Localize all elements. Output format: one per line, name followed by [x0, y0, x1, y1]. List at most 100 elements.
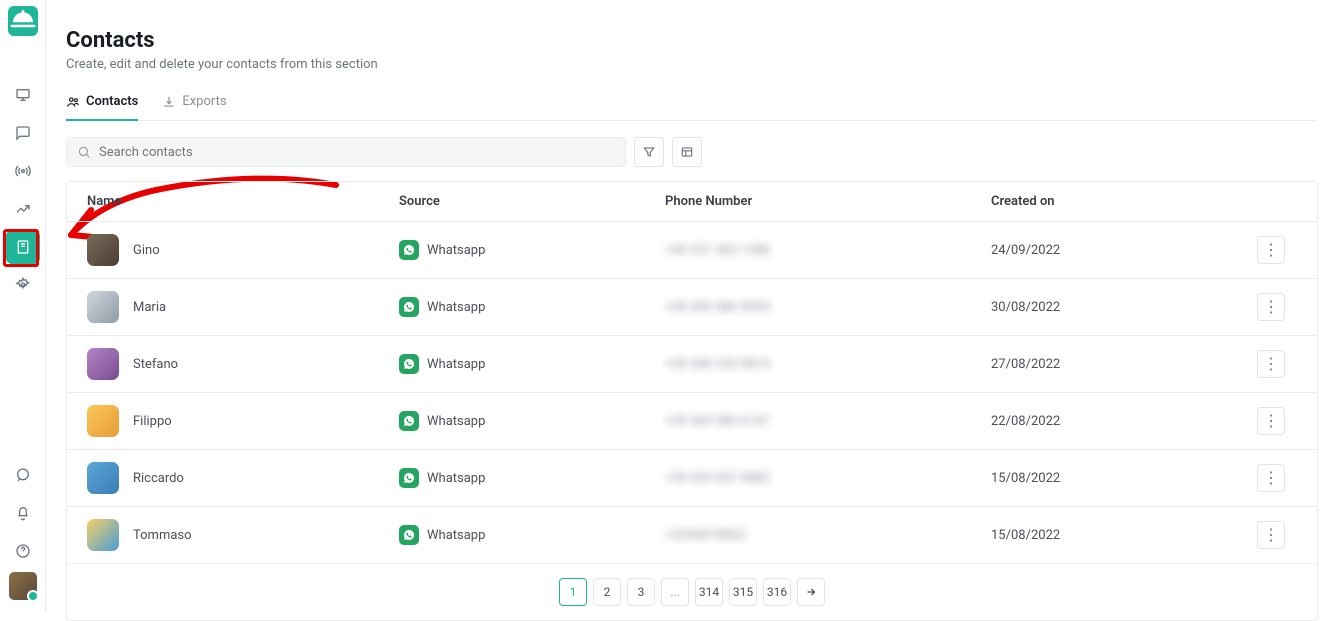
whatsapp-badge — [399, 240, 419, 260]
created-date: 27/08/2022 — [991, 357, 1257, 372]
user-avatar[interactable] — [9, 572, 37, 600]
broadcast-icon — [15, 163, 31, 179]
contact-name: Stefano — [133, 357, 178, 372]
columns-icon — [680, 145, 694, 159]
whatsapp-badge — [399, 525, 419, 545]
search-input[interactable] — [99, 145, 615, 160]
phone-number: +3296970852 — [665, 528, 745, 543]
contact-name: Filippo — [133, 414, 172, 429]
phone-number: +39 349 232 9815 — [665, 357, 770, 372]
table-row[interactable]: Maria Whatsapp +39 345 586 9555 30/08/20… — [67, 279, 1317, 336]
col-source: Source — [399, 194, 665, 209]
nav-contacts[interactable] — [6, 230, 40, 264]
created-date: 22/08/2022 — [991, 414, 1257, 429]
gear-icon — [15, 277, 31, 293]
table-row[interactable]: Gino Whatsapp +39 331 365 1388 24/09/202… — [67, 222, 1317, 279]
source-label: Whatsapp — [427, 243, 485, 258]
contacts-book-icon — [15, 239, 31, 255]
page-2[interactable]: 2 — [593, 578, 621, 606]
table-row[interactable]: Riccardo Whatsapp +39 529 697 0882 15/08… — [67, 450, 1317, 507]
nav-broadcast[interactable] — [6, 154, 40, 188]
created-date: 24/09/2022 — [991, 243, 1257, 258]
sidebar — [0, 0, 46, 612]
nav-notifications[interactable] — [6, 496, 40, 530]
tabs: Contacts Exports — [66, 94, 1318, 121]
table-row[interactable]: Tommaso Whatsapp +3296970852 15/08/2022 … — [67, 507, 1317, 564]
whatsapp-badge — [399, 297, 419, 317]
table-row[interactable]: Filippo Whatsapp +39 369 989 6147 22/08/… — [67, 393, 1317, 450]
search-icon — [77, 145, 91, 159]
nav-trend[interactable] — [6, 192, 40, 226]
table-header: Name Source Phone Number Created on — [67, 182, 1317, 222]
contact-name: Tommaso — [133, 528, 192, 543]
arrow-right-icon — [805, 586, 817, 598]
row-more-button[interactable]: ⋮ — [1257, 521, 1285, 549]
toolbar — [66, 137, 1318, 167]
search-box[interactable] — [66, 137, 626, 167]
row-more-button[interactable]: ⋮ — [1257, 236, 1285, 264]
whatsapp-badge — [399, 468, 419, 488]
page-next[interactable] — [797, 578, 825, 606]
created-date: 15/08/2022 — [991, 528, 1257, 543]
page-title: Contacts — [66, 28, 1318, 53]
col-name: Name — [87, 194, 399, 209]
phone-number: +39 331 365 1388 — [665, 243, 770, 258]
phone-number: +39 369 989 6147 — [665, 414, 770, 429]
export-icon — [162, 95, 176, 109]
filter-button[interactable] — [634, 137, 664, 167]
row-more-button[interactable]: ⋮ — [1257, 407, 1285, 435]
page-1[interactable]: 1 — [559, 578, 587, 606]
app-logo[interactable] — [8, 6, 38, 36]
monitor-icon — [15, 87, 31, 103]
page-314[interactable]: 314 — [695, 578, 723, 606]
nav-settings[interactable] — [6, 268, 40, 302]
main-content: Contacts Create, edit and delete your co… — [66, 28, 1318, 612]
page-subtitle: Create, edit and delete your contacts fr… — [66, 57, 1318, 72]
tab-label: Exports — [182, 94, 226, 109]
avatar — [87, 348, 119, 380]
created-date: 30/08/2022 — [991, 300, 1257, 315]
avatar — [87, 405, 119, 437]
contacts-table: Name Source Phone Number Created on Gino… — [66, 181, 1318, 621]
page-316[interactable]: 316 — [763, 578, 791, 606]
tab-exports[interactable]: Exports — [162, 94, 226, 121]
avatar — [87, 291, 119, 323]
contact-name: Gino — [133, 243, 160, 258]
contact-name: Maria — [133, 300, 166, 315]
contacts-icon — [66, 95, 80, 109]
help-icon — [15, 543, 31, 559]
whatsapp-badge — [399, 354, 419, 374]
contact-name: Riccardo — [133, 471, 184, 486]
row-more-button[interactable]: ⋮ — [1257, 350, 1285, 378]
avatar — [87, 234, 119, 266]
row-more-button[interactable]: ⋮ — [1257, 464, 1285, 492]
page-3[interactable]: 3 — [627, 578, 655, 606]
nav-chat[interactable] — [6, 116, 40, 150]
table-row[interactable]: Stefano Whatsapp +39 349 232 9815 27/08/… — [67, 336, 1317, 393]
row-more-button[interactable]: ⋮ — [1257, 293, 1285, 321]
page-ellipsis: ... — [661, 578, 689, 606]
nav-whatsapp[interactable] — [6, 458, 40, 492]
page-315[interactable]: 315 — [729, 578, 757, 606]
source-label: Whatsapp — [427, 357, 485, 372]
source-label: Whatsapp — [427, 471, 485, 486]
nav-help[interactable] — [6, 534, 40, 568]
col-phone: Phone Number — [665, 194, 991, 209]
tab-contacts[interactable]: Contacts — [66, 94, 138, 121]
tab-label: Contacts — [86, 94, 138, 109]
source-label: Whatsapp — [427, 300, 485, 315]
whatsapp-icon — [15, 467, 31, 483]
filter-icon — [642, 145, 656, 159]
avatar — [87, 519, 119, 551]
phone-number: +39 529 697 0882 — [665, 471, 770, 486]
nav-monitor[interactable] — [6, 78, 40, 112]
cloche-icon — [8, 6, 38, 36]
source-label: Whatsapp — [427, 528, 485, 543]
whatsapp-badge — [399, 411, 419, 431]
trend-icon — [15, 201, 31, 217]
chat-icon — [15, 125, 31, 141]
bell-icon — [15, 505, 31, 521]
columns-button[interactable] — [672, 137, 702, 167]
col-created: Created on — [991, 194, 1257, 209]
created-date: 15/08/2022 — [991, 471, 1257, 486]
